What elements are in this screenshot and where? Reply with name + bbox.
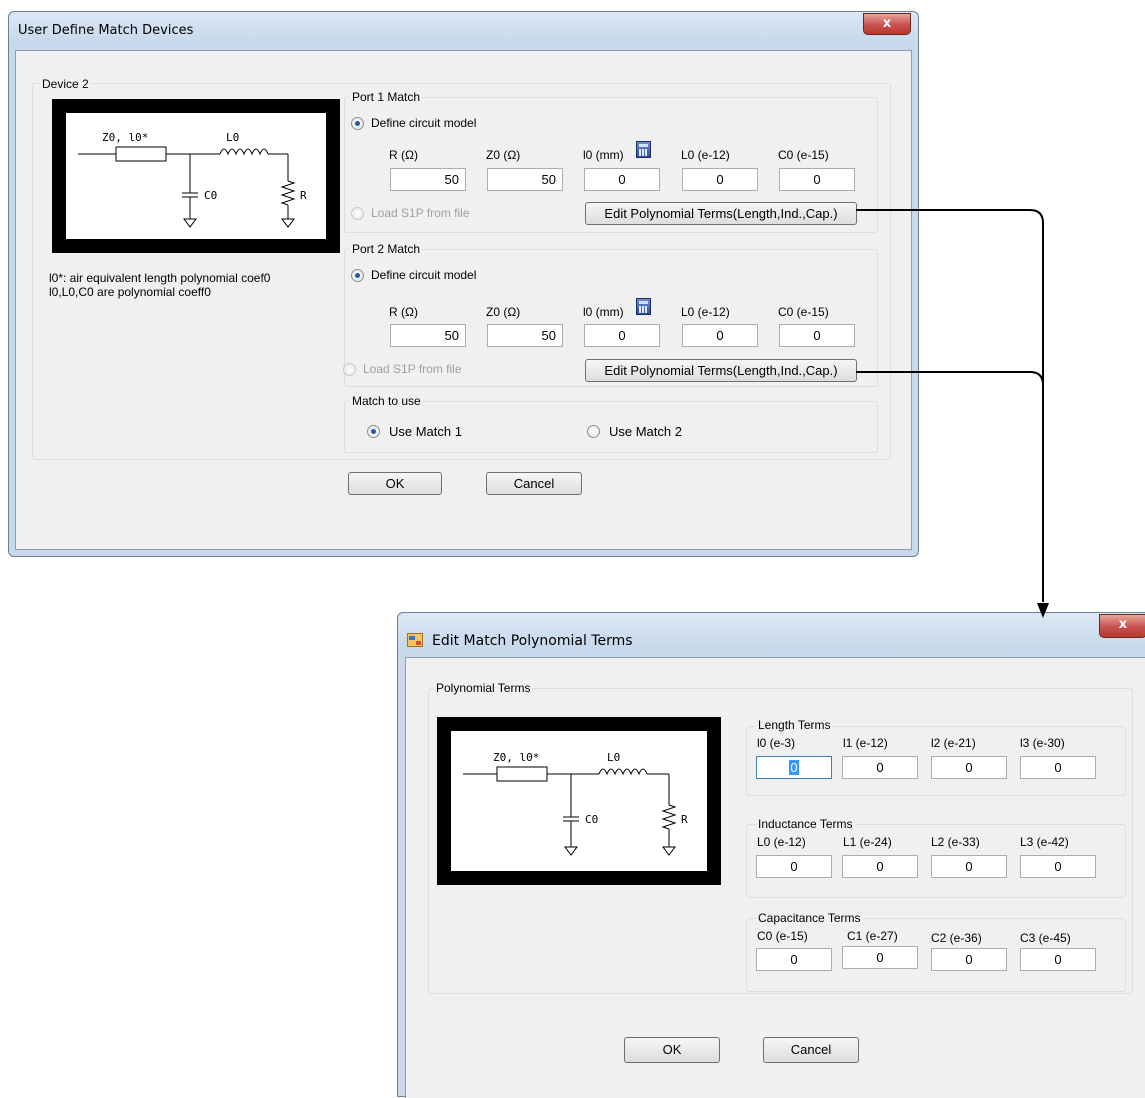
connector-arrows	[856, 209, 1049, 618]
port2-arrow-line	[856, 371, 1044, 386]
arrow-head-icon	[1037, 603, 1049, 618]
port1-arrow-line	[856, 209, 1044, 602]
